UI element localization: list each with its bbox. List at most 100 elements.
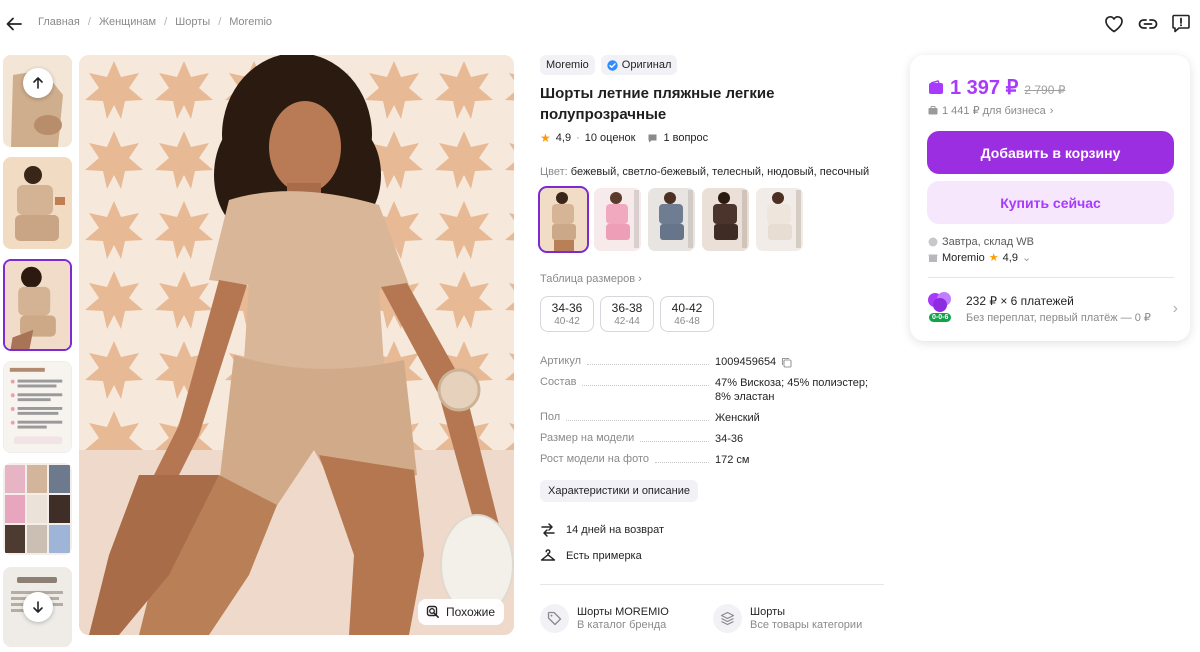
product-photo bbox=[79, 55, 514, 635]
reviews-count[interactable]: 10 оценок bbox=[585, 132, 636, 144]
thumbnail-photo-2[interactable] bbox=[3, 157, 72, 249]
breadcrumb-item-brand[interactable]: Moremio bbox=[229, 16, 272, 28]
brand-catalog-link[interactable]: Шорты MOREMIO В каталог бренда bbox=[540, 604, 669, 633]
breadcrumb-item-shorts[interactable]: Шорты bbox=[175, 16, 210, 28]
installment-badge: 0-0-6 bbox=[926, 291, 958, 327]
main-product-image[interactable]: Похожие bbox=[79, 55, 514, 635]
share-button[interactable] bbox=[1137, 13, 1159, 35]
globe-icon bbox=[928, 237, 938, 247]
breadcrumb-separator: / bbox=[164, 16, 168, 28]
heart-icon bbox=[1105, 15, 1123, 33]
arrow-left-icon bbox=[6, 17, 22, 31]
copy-icon[interactable] bbox=[781, 357, 792, 368]
chevron-right-icon: › bbox=[1049, 104, 1054, 117]
business-price-link[interactable]: 1 441 ₽ для бизнеса › bbox=[928, 104, 1053, 117]
color-swatches bbox=[538, 186, 803, 253]
add-to-cart-button[interactable]: Добавить в корзину bbox=[927, 131, 1174, 174]
briefcase-icon bbox=[928, 106, 938, 115]
breadcrumb-item-home[interactable]: Главная bbox=[38, 16, 80, 28]
thumbnails-scroll-down-button[interactable] bbox=[23, 592, 53, 622]
feature-label: 14 дней на возврат bbox=[566, 524, 664, 536]
thumbnail-color-collage[interactable] bbox=[3, 463, 72, 555]
color-label: Цвет: bbox=[540, 166, 568, 178]
price-old: 2 790 ₽ bbox=[1024, 83, 1066, 97]
spec-row: Рост модели на фото 172 см bbox=[540, 453, 870, 467]
seller-name: Moremio bbox=[942, 251, 985, 264]
price-row: 1 397 ₽ 2 790 ₽ bbox=[928, 75, 1065, 100]
chevron-right-icon: › bbox=[638, 273, 642, 285]
similar-button[interactable]: Похожие bbox=[418, 599, 504, 625]
back-button[interactable] bbox=[3, 13, 25, 35]
questions-count[interactable]: 1 вопрос bbox=[663, 132, 708, 144]
spec-row: Пол Женский bbox=[540, 411, 870, 425]
feature-fitting: Есть примерка bbox=[540, 548, 642, 564]
brand-link[interactable]: Moremio bbox=[540, 55, 595, 75]
brand-name: Moremio bbox=[546, 59, 589, 71]
question-icon bbox=[648, 134, 657, 142]
seller-rating: 4,9 bbox=[1002, 251, 1018, 264]
spec-row: Артикул 1009459654 bbox=[540, 355, 870, 369]
spec-value-article: 1009459654 bbox=[715, 356, 777, 368]
search-similar-icon bbox=[426, 605, 439, 618]
color-swatch-pink[interactable] bbox=[594, 188, 641, 251]
arrow-up-icon bbox=[33, 77, 43, 89]
arrow-down-icon bbox=[33, 601, 43, 613]
size-option[interactable]: 40-42 46-48 bbox=[660, 296, 714, 332]
size-main: 36-38 bbox=[611, 301, 643, 315]
color-swatch-light[interactable] bbox=[756, 188, 803, 251]
rating-separator: · bbox=[576, 132, 580, 144]
thumbnail-care-instructions[interactable] bbox=[3, 361, 72, 453]
spec-key: Артикул bbox=[540, 355, 582, 367]
color-swatch-grey-blue[interactable] bbox=[648, 188, 695, 251]
installment-offer[interactable]: 0-0-6 232 ₽ × 6 платежей Без переплат, п… bbox=[926, 291, 1178, 327]
breadcrumb-separator: / bbox=[87, 16, 91, 28]
color-swatch-beige[interactable] bbox=[538, 186, 589, 253]
size-option[interactable]: 36-38 42-44 bbox=[600, 296, 654, 332]
spec-row: Состав 47% Вискоза; 45% полиэстер; 8% эл… bbox=[540, 376, 870, 404]
installment-badge-label: 0-0-6 bbox=[929, 313, 952, 322]
size-table-link[interactable]: Таблица размеров › bbox=[540, 273, 642, 285]
feature-returns: 14 дней на возврат bbox=[540, 522, 664, 538]
installment-subtitle: Без переплат, первый платёж — 0 ₽ bbox=[966, 312, 1151, 324]
size-alt: 40-42 bbox=[554, 316, 580, 327]
chevron-down-icon: ⌄ bbox=[1021, 252, 1032, 264]
size-options: 34-36 40-42 36-38 42-44 40-42 46-48 bbox=[540, 296, 714, 332]
rating-value[interactable]: 4,9 bbox=[556, 132, 571, 144]
breadcrumb-item-women[interactable]: Женщинам bbox=[99, 16, 156, 28]
breadcrumb: Главная / Женщинам / Шорты / Moremio bbox=[38, 16, 272, 28]
thumbnail-photo-3[interactable] bbox=[3, 259, 72, 351]
favorite-button[interactable] bbox=[1103, 13, 1125, 35]
product-title: Шорты летние пляжные легкие полупрозрачн… bbox=[540, 85, 775, 123]
color-row: Цвет: бежевый, светло-бежевый, телесный,… bbox=[540, 166, 869, 178]
breadcrumb-separator: / bbox=[218, 16, 222, 28]
thumbnails-scroll-up-button[interactable] bbox=[23, 68, 53, 98]
star-icon: ★ bbox=[540, 131, 551, 145]
size-table-label: Таблица размеров bbox=[540, 273, 636, 285]
size-alt: 46-48 bbox=[674, 316, 700, 327]
original-badge[interactable]: Оригинал bbox=[600, 55, 678, 75]
category-link[interactable]: Шорты Все товары категории bbox=[713, 604, 862, 633]
size-main: 40-42 bbox=[671, 301, 703, 315]
rating-row: ★ 4,9 · 10 оценок 1 вопрос bbox=[540, 131, 708, 145]
buy-now-button[interactable]: Купить сейчас bbox=[927, 181, 1174, 224]
report-button[interactable] bbox=[1170, 12, 1192, 34]
installment-title: 232 ₽ × 6 платежей bbox=[966, 294, 1074, 308]
verified-icon bbox=[607, 59, 618, 71]
balloons-icon bbox=[928, 292, 951, 312]
business-price-label: 1 441 ₽ для бизнеса bbox=[942, 105, 1046, 117]
characteristics-button[interactable]: Характеристики и описание bbox=[540, 480, 698, 502]
spec-key: Состав bbox=[540, 376, 577, 388]
brand-row: Moremio Оригинал bbox=[540, 55, 678, 75]
color-swatch-dark-brown[interactable] bbox=[702, 188, 749, 251]
return-arrows-icon bbox=[541, 523, 555, 537]
seller-link[interactable]: Moremio ★ 4,9 ⌄ bbox=[928, 251, 1031, 264]
divider bbox=[928, 277, 1174, 278]
link-subtitle: Все товары категории bbox=[750, 619, 863, 631]
delivery-label: Завтра, склад WB bbox=[942, 236, 1034, 248]
tag-icon bbox=[547, 611, 562, 626]
size-alt: 42-44 bbox=[614, 316, 640, 327]
size-option[interactable]: 34-36 40-42 bbox=[540, 296, 594, 332]
divider bbox=[540, 584, 884, 585]
link-icon bbox=[1138, 19, 1158, 29]
store-icon bbox=[928, 254, 938, 262]
